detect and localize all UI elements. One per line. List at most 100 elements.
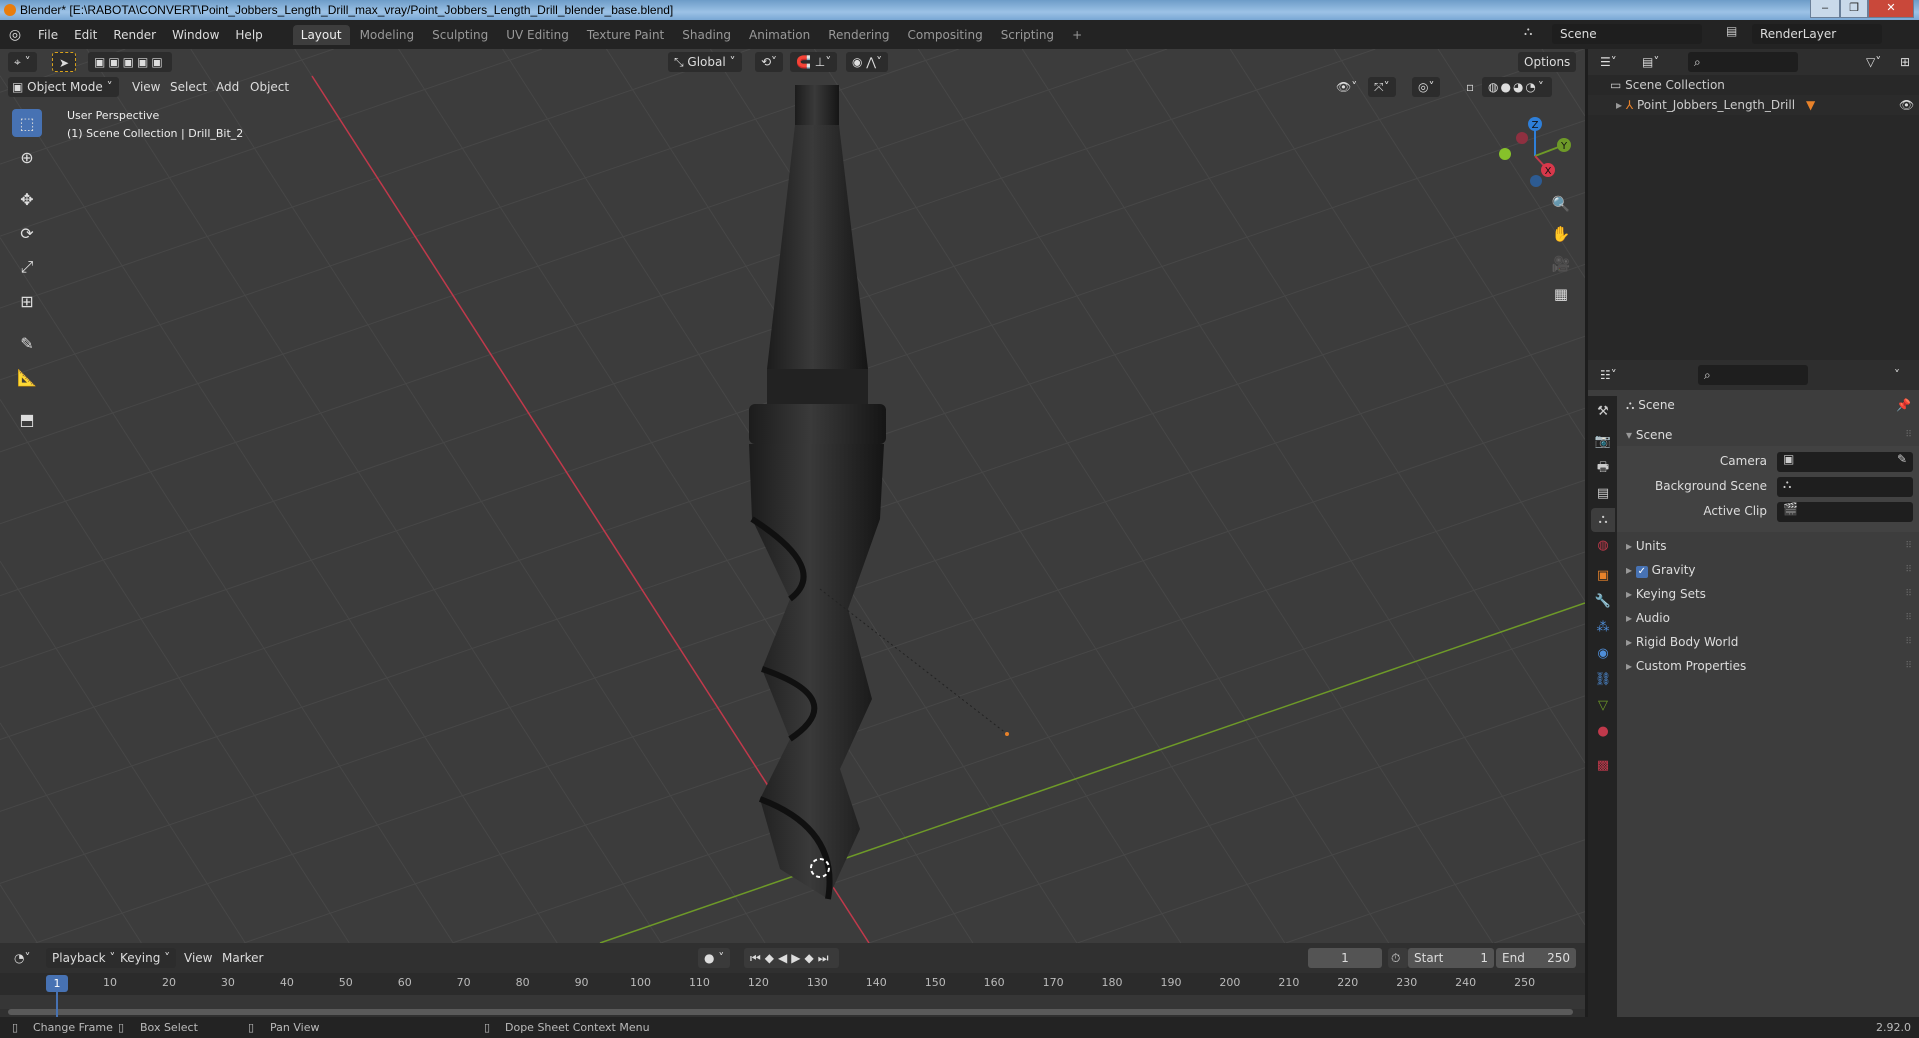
custom-properties-panel[interactable]: ▸ Custom Properties [1626, 659, 1746, 673]
tab-texture-paint[interactable]: Texture Paint [579, 25, 672, 45]
menu-add[interactable]: Add [210, 77, 245, 97]
rotate-tool[interactable]: ⟳ [12, 219, 42, 247]
annotate-tool[interactable]: ✎ [12, 329, 42, 357]
scale-tool[interactable]: ⤢ [12, 253, 42, 281]
keying-menu[interactable]: Keying ˅ [114, 948, 177, 968]
tab-layout[interactable]: Layout [292, 24, 350, 45]
pivot-dropdown[interactable]: ⟲˅ [755, 52, 784, 72]
menu-window[interactable]: Window [164, 28, 227, 42]
view-layer-tab-icon[interactable]: ▤ [1591, 482, 1615, 506]
transform-orientation-dropdown[interactable]: ⤡ Global ˅ [668, 52, 742, 72]
overlay-toggle[interactable]: ◎˅ [1412, 77, 1441, 97]
scene-panel-header[interactable]: ▾ Scene [1626, 428, 1672, 442]
perspective-toggle-icon[interactable]: ▦ [1548, 281, 1574, 307]
menu-render[interactable]: Render [105, 28, 164, 42]
modifier-tab-icon[interactable]: 🔧 [1591, 590, 1615, 614]
navigation-gizmo[interactable]: Z Y X [1490, 111, 1580, 191]
new-collection-icon[interactable]: ⊞ [1894, 52, 1916, 72]
view-layer-selector[interactable]: RenderLayer [1752, 24, 1882, 44]
playback-controls[interactable]: ⏮◆◀▶◆⏭ [744, 948, 839, 968]
pin-icon[interactable]: 📌 [1896, 398, 1911, 412]
timeline-editor-type[interactable]: ◔˅ [8, 948, 36, 968]
material-tab-icon[interactable]: ● [1591, 720, 1615, 744]
zoom-icon[interactable]: 🔍 [1548, 191, 1574, 217]
timeline-editor[interactable]: ◔˅ Playback ˅ Keying ˅ View Marker ● ˅ ⏮… [0, 943, 1585, 1017]
tab-animation[interactable]: Animation [741, 25, 818, 45]
stopwatch-icon[interactable]: ⏱ [1388, 948, 1408, 968]
data-tab-icon[interactable]: ▽ [1591, 694, 1615, 718]
blender-menu-icon[interactable]: ◎ [0, 27, 30, 43]
properties-editor-type[interactable]: ☷˅ [1594, 365, 1623, 385]
keyframe-area[interactable] [0, 995, 1585, 1009]
playback-menu[interactable]: Playback ˅ [46, 948, 122, 968]
expand-arrow-icon[interactable]: ▸ [1616, 98, 1626, 112]
tab-shading[interactable]: Shading [674, 25, 739, 45]
frame-ruler[interactable]: 10 20 30 40 50 60 70 80 90 100 110 120 130 140 150 160 1… [0, 973, 1585, 995]
audio-panel[interactable]: ▸ Audio [1626, 611, 1670, 625]
xray-toggle[interactable]: ▫ [1460, 77, 1480, 97]
camera-field[interactable]: ▣ ✎ [1777, 452, 1913, 472]
select-box-tool[interactable]: ⬚ [12, 109, 42, 137]
world-tab-icon[interactable]: ◍ [1591, 534, 1615, 558]
measure-tool[interactable]: 📐 [12, 363, 42, 391]
gravity-checkbox[interactable]: ✓ [1635, 566, 1648, 578]
outliner-row-scene-collection[interactable]: ▭ Scene Collection [1588, 75, 1919, 95]
rigid-body-world-panel[interactable]: ▸ Rigid Body World [1626, 635, 1738, 649]
shading-mode-buttons[interactable]: ◍●◕◔˅ [1482, 77, 1552, 97]
background-scene-field[interactable]: ⛬ [1777, 477, 1913, 497]
snap-toggle[interactable]: 🧲 ⊥˅ [790, 52, 838, 72]
minimize-button[interactable]: – [1810, 0, 1840, 18]
tab-modeling[interactable]: Modeling [352, 25, 423, 45]
properties-options-dropdown[interactable]: ˅ [1888, 365, 1906, 385]
tool-tab-icon[interactable]: ⚒ [1591, 400, 1615, 424]
mode-dropdown[interactable]: ▣ Object Mode ˅ [8, 77, 119, 97]
select-tool-button[interactable]: ➤ [52, 52, 77, 72]
menu-help[interactable]: Help [227, 28, 270, 42]
auto-keying-toggle[interactable]: ● ˅ [698, 948, 731, 968]
properties-search-input[interactable]: ⌕ [1698, 365, 1808, 385]
properties-editor[interactable]: ☷˅ ⌕ ˅ ⚒ 📷 🖶 ▤ ⛬ ◍ ▣ 🔧 ⁂ ◉ ⛓ ▽ ● ▩ ⛬ Sce… [1588, 360, 1919, 1017]
texture-tab-icon[interactable]: ▩ [1591, 754, 1615, 778]
menu-select[interactable]: Select [164, 77, 213, 97]
outliner-search-input[interactable]: ⌕ [1688, 52, 1798, 72]
end-frame-field[interactable]: End 250 [1496, 948, 1576, 968]
marker-menu[interactable]: Marker [216, 948, 269, 968]
transform-tool[interactable]: ⊞ [12, 287, 42, 315]
maximize-button[interactable]: ❐ [1840, 0, 1868, 18]
timeline-view-menu[interactable]: View [178, 948, 218, 968]
filter-view-layer-dropdown[interactable]: ▤˅ [1636, 52, 1665, 72]
selection-mode-buttons[interactable]: ▣▣▣▣▣ [88, 52, 172, 72]
outliner-row-object[interactable]: ▸ ⅄ Point_Jobbers_Length_Drill ▼ 👁 [1588, 95, 1919, 115]
editor-type-button[interactable]: ⌖ ˅ [8, 52, 37, 72]
close-button[interactable]: ✕ [1868, 0, 1914, 18]
constraints-tab-icon[interactable]: ⛓ [1591, 668, 1615, 692]
drill-model[interactable] [0, 49, 1585, 943]
filter-icon[interactable]: ▽˅ [1860, 52, 1887, 72]
tab-rendering[interactable]: Rendering [820, 25, 897, 45]
current-frame-field[interactable]: 1 [1308, 948, 1382, 968]
tab-scripting[interactable]: Scripting [993, 25, 1062, 45]
units-panel[interactable]: ▸ Units [1626, 539, 1667, 553]
output-tab-icon[interactable]: 🖶 [1591, 456, 1615, 480]
eyedropper-icon[interactable]: ✎ [1897, 452, 1907, 466]
visibility-eye-icon[interactable]: 👁 [1899, 95, 1914, 115]
scene-tab-icon[interactable]: ⛬ [1591, 508, 1615, 532]
camera-view-icon[interactable]: 🎥 [1548, 251, 1574, 277]
keying-sets-panel[interactable]: ▸ Keying Sets [1626, 587, 1706, 601]
active-clip-field[interactable]: 🎬 [1777, 502, 1913, 522]
render-tab-icon[interactable]: 📷 [1591, 430, 1615, 454]
add-cube-tool[interactable]: ⬒ [12, 405, 42, 433]
menu-object[interactable]: Object [244, 77, 295, 97]
cursor-tool[interactable]: ⊕ [12, 143, 42, 171]
object-tab-icon[interactable]: ▣ [1591, 564, 1615, 588]
gizmo-toggle[interactable]: ⤧˅ [1368, 77, 1396, 97]
timeline-scrollbar[interactable] [8, 1009, 1573, 1015]
physics-tab-icon[interactable]: ◉ [1591, 642, 1615, 666]
tab-compositing[interactable]: Compositing [899, 25, 990, 45]
3d-viewport[interactable]: ⌖ ˅ ➤ ▣▣▣▣▣ ⤡ Global ˅ ⟲˅ 🧲 ⊥˅ ◉ ⋀˅ Opti… [0, 49, 1585, 943]
move-tool[interactable]: ✥ [12, 185, 42, 213]
scene-selector[interactable]: Scene [1552, 24, 1702, 44]
start-frame-field[interactable]: Start 1 [1408, 948, 1494, 968]
tab-sculpting[interactable]: Sculpting [424, 25, 496, 45]
menu-view[interactable]: View [126, 77, 166, 97]
